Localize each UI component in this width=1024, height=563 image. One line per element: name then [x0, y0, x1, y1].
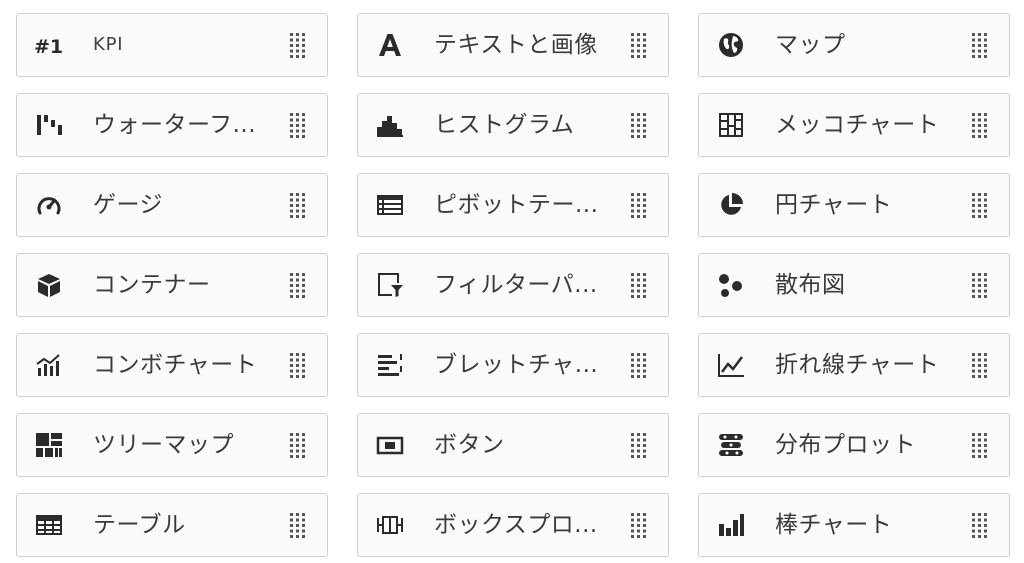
filter-pane-icon: [374, 270, 406, 300]
drag-handle-icon[interactable]: [629, 191, 649, 219]
drag-handle-icon[interactable]: [288, 31, 308, 59]
card-label: ボックスプロ...: [434, 512, 598, 538]
card-label: 散布図: [775, 272, 846, 298]
chart-type-card-table[interactable]: テーブル: [16, 493, 328, 557]
chart-type-card-pivot-table[interactable]: ピボットテー...: [357, 173, 669, 237]
kpi-icon: #1: [33, 30, 65, 60]
card-label: ウォーターフ...: [93, 112, 257, 138]
card-label: メッコチャート: [775, 112, 940, 138]
card-label: ゲージ: [93, 192, 164, 218]
chart-type-card-gauge[interactable]: ゲージ: [16, 173, 328, 237]
card-label: 棒チャート: [775, 512, 893, 538]
card-label: ブレットチャ...: [434, 352, 599, 378]
distribution-plot-icon: [715, 430, 747, 460]
chart-type-card-scatter[interactable]: 散布図: [698, 253, 1010, 317]
chart-type-card-mekko[interactable]: メッコチャート: [698, 93, 1010, 157]
chart-type-card-line[interactable]: 折れ線チャート: [698, 333, 1010, 397]
card-label: 円チャート: [775, 192, 893, 218]
drag-handle-icon[interactable]: [288, 431, 308, 459]
table-icon: [33, 510, 65, 540]
chart-type-card-bar[interactable]: 棒チャート: [698, 493, 1010, 557]
card-label: ヒストグラム: [434, 112, 575, 138]
chart-type-card-distribution-plot[interactable]: 分布プロット: [698, 413, 1010, 477]
card-label: マップ: [775, 32, 846, 58]
card-label: フィルターパ...: [434, 272, 598, 298]
waterfall-chart-icon: [33, 110, 65, 140]
button-icon: [374, 430, 406, 460]
card-label: コンテナー: [93, 272, 211, 298]
drag-handle-icon[interactable]: [970, 511, 990, 539]
drag-handle-icon[interactable]: [970, 351, 990, 379]
card-label: ピボットテー...: [434, 192, 599, 218]
combo-chart-icon: [33, 350, 65, 380]
drag-handle-icon[interactable]: [970, 271, 990, 299]
drag-handle-icon[interactable]: [288, 111, 308, 139]
drag-handle-icon[interactable]: [629, 271, 649, 299]
card-label: 分布プロット: [775, 432, 916, 458]
drag-handle-icon[interactable]: [629, 431, 649, 459]
drag-handle-icon[interactable]: [288, 351, 308, 379]
chart-type-card-container[interactable]: コンテナー: [16, 253, 328, 317]
text-image-icon: [374, 30, 406, 60]
mekko-chart-icon: [715, 110, 747, 140]
treemap-icon: [33, 430, 65, 460]
chart-type-card-histogram[interactable]: ヒストグラム: [357, 93, 669, 157]
drag-handle-icon[interactable]: [629, 351, 649, 379]
drag-handle-icon[interactable]: [288, 191, 308, 219]
map-globe-icon: [715, 30, 747, 60]
histogram-icon: [374, 110, 406, 140]
pivot-table-icon: [374, 190, 406, 220]
scatter-plot-icon: [715, 270, 747, 300]
card-label: ボタン: [434, 432, 505, 458]
card-label: テキストと画像: [434, 32, 598, 58]
drag-handle-icon[interactable]: [629, 511, 649, 539]
line-chart-icon: [715, 350, 747, 380]
drag-handle-icon[interactable]: [629, 111, 649, 139]
drag-handle-icon[interactable]: [288, 511, 308, 539]
card-label: ツリーマップ: [93, 432, 234, 458]
chart-type-card-combo[interactable]: コンボチャート: [16, 333, 328, 397]
chart-type-card-box-plot[interactable]: ボックスプロ...: [357, 493, 669, 557]
chart-type-card-waterfall[interactable]: ウォーターフ...: [16, 93, 328, 157]
container-box-icon: [33, 270, 65, 300]
chart-type-card-map[interactable]: マップ: [698, 13, 1010, 77]
card-label: コンボチャート: [93, 352, 258, 378]
drag-handle-icon[interactable]: [970, 31, 990, 59]
chart-type-card-button[interactable]: ボタン: [357, 413, 669, 477]
chart-type-card-kpi[interactable]: #1 KPI: [16, 13, 328, 77]
bullet-chart-icon: [374, 350, 406, 380]
chart-type-grid: #1 KPI テキストと画像 マップ ウォーターフ... ヒストグラム メッコチ…: [16, 13, 1010, 557]
pie-chart-icon: [715, 190, 747, 220]
drag-handle-icon[interactable]: [970, 111, 990, 139]
drag-handle-icon[interactable]: [970, 191, 990, 219]
svg-text:#1: #1: [34, 36, 63, 57]
chart-type-card-filter-pane[interactable]: フィルターパ...: [357, 253, 669, 317]
drag-handle-icon[interactable]: [629, 31, 649, 59]
card-label: 折れ線チャート: [775, 352, 940, 378]
box-plot-icon: [374, 510, 406, 540]
chart-type-card-pie[interactable]: 円チャート: [698, 173, 1010, 237]
drag-handle-icon[interactable]: [288, 271, 308, 299]
gauge-icon: [33, 190, 65, 220]
card-label: KPI: [93, 34, 124, 55]
drag-handle-icon[interactable]: [970, 431, 990, 459]
chart-type-card-bullet[interactable]: ブレットチャ...: [357, 333, 669, 397]
chart-type-card-treemap[interactable]: ツリーマップ: [16, 413, 328, 477]
bar-chart-icon: [715, 510, 747, 540]
chart-type-card-text-image[interactable]: テキストと画像: [357, 13, 669, 77]
card-label: テーブル: [93, 512, 186, 538]
